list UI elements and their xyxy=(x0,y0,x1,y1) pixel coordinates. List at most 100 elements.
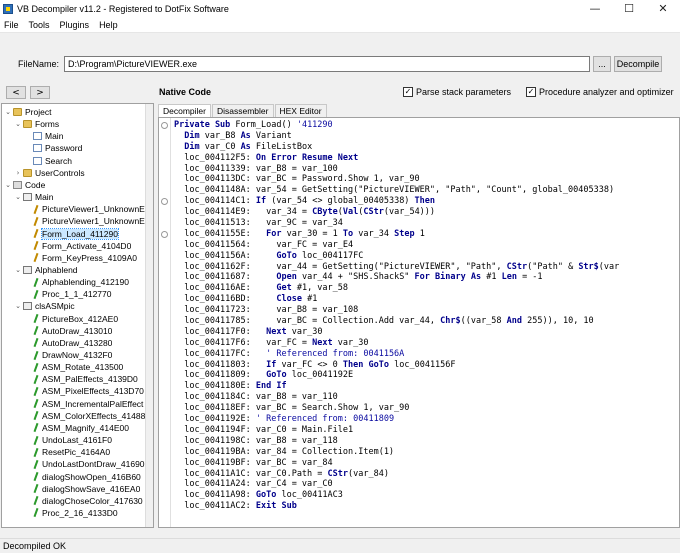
forward-button[interactable]: > xyxy=(30,86,50,99)
view-tabs: Decompiler Disassembler HEX Editor xyxy=(158,104,328,117)
tab-disassembler[interactable]: Disassembler xyxy=(212,104,274,117)
project-tree[interactable]: ⌄ Project ⌄ Forms Main Password Search › UserCon… xyxy=(1,103,154,528)
expand-toggle-icon[interactable]: ⌄ xyxy=(4,181,12,189)
tree-item[interactable]: DrawNow_4132F0 xyxy=(24,349,112,361)
code-line: loc_0041148A: var_54 = GetSetting("Pictu… xyxy=(174,185,615,196)
tree-item[interactable]: Form_Load_411290 xyxy=(24,227,119,240)
tree-item[interactable]: ⌄ Code xyxy=(4,179,45,191)
tree-item[interactable]: Alphablending_412190 xyxy=(24,276,129,288)
code-line: loc_004114E9: var_34 = CByte(Val(CStr(va… xyxy=(174,207,436,218)
tree-item[interactable]: dialogShowOpen_416B60 xyxy=(24,471,141,483)
menu-tools[interactable]: Tools xyxy=(24,20,55,30)
tree-item-label: ASM_ColorXEffects_41488 xyxy=(42,410,146,421)
expand-toggle-icon[interactable]: ⌄ xyxy=(4,108,12,116)
code-editor[interactable]: Private Sub Form_Load() '411290 Dim var_… xyxy=(158,117,680,528)
tree-item[interactable]: Form_Activate_4104D0 xyxy=(24,240,131,252)
code-line: Private Sub Form_Load() '411290 xyxy=(174,120,333,130)
checkbox-checked-icon: ✓ xyxy=(526,87,536,97)
tree-item[interactable]: dialogShowSave_416EA0 xyxy=(24,483,140,495)
filename-input[interactable] xyxy=(64,56,590,72)
tree-scrollbar[interactable] xyxy=(145,104,153,527)
tree-item-label: Form_Load_411290 xyxy=(41,227,119,240)
browse-button[interactable]: ... xyxy=(593,56,611,72)
expand-toggle-icon[interactable]: ⌄ xyxy=(14,193,22,201)
back-button[interactable]: < xyxy=(6,86,26,99)
code-line: loc_0041156A: GoTo loc_004117FC xyxy=(174,250,364,261)
tree-item-label: PictureViewer1_UnknownEv xyxy=(42,204,150,215)
tree-item[interactable]: Proc_2_16_4133D0 xyxy=(24,507,118,519)
procedure-analyzer-checkbox[interactable]: ✓ Procedure analyzer and optimizer xyxy=(526,87,674,97)
tree-item[interactable]: ASM_IncrementalPalEffect xyxy=(24,398,143,410)
form-icon xyxy=(33,132,42,141)
code-line: loc_004116AE: Get #1, var_58 xyxy=(174,283,349,294)
tree-item[interactable]: PictureBox_412AE0 xyxy=(24,313,118,325)
parse-stack-checkbox[interactable]: ✓ Parse stack parameters xyxy=(403,87,511,97)
expand-toggle-icon[interactable]: ⌄ xyxy=(14,120,22,128)
close-button[interactable]: ✕ xyxy=(646,0,680,17)
procedure-icon xyxy=(33,484,39,493)
fold-marker-icon[interactable] xyxy=(161,231,168,238)
tree-item[interactable]: AutoDraw_413280 xyxy=(24,337,112,349)
tree-item[interactable]: ASM_PixelEffects_413D70 xyxy=(24,385,144,397)
tree-item-label: UndoLast_4161F0 xyxy=(42,435,112,446)
tree-item[interactable]: ASM_ColorXEffects_41488 xyxy=(24,410,145,422)
tree-item[interactable]: Search xyxy=(24,155,72,167)
tree-item[interactable]: ASM_Magnify_414E00 xyxy=(24,422,129,434)
tree-item-label: ASM_Magnify_414E00 xyxy=(42,422,129,433)
menu-help[interactable]: Help xyxy=(94,20,123,30)
maximize-button[interactable]: ☐ xyxy=(612,0,646,17)
procedure-analyzer-label: Procedure analyzer and optimizer xyxy=(539,87,674,97)
tree-item[interactable]: › UserControls xyxy=(14,167,85,179)
tree-item[interactable]: Password xyxy=(24,142,82,154)
code-line: loc_00411564: var_FC = var_E4 xyxy=(174,239,354,250)
tree-item[interactable]: UndoLast_4161F0 xyxy=(24,434,112,446)
tree-item-label: dialogShowOpen_416B60 xyxy=(42,471,141,482)
procedure-icon xyxy=(33,314,39,323)
tree-item[interactable]: ⌄ Project xyxy=(4,106,51,118)
code-line: loc_00411AC2: Exit Sub xyxy=(174,501,297,512)
tree-item-label: PictureBox_412AE0 xyxy=(42,313,119,324)
expand-toggle-icon[interactable]: ⌄ xyxy=(14,266,22,274)
tree-item-label: AutoDraw_413280 xyxy=(42,337,113,348)
tree-item[interactable]: PictureViewer1_UnknownEv xyxy=(24,203,149,215)
procedure-icon xyxy=(33,375,39,384)
window-controls: — ☐ ✕ xyxy=(578,0,680,17)
menu-file[interactable]: File xyxy=(0,20,24,30)
code-line: loc_004117FC: ' Referenced from: 0041156… xyxy=(174,348,405,359)
minimize-button[interactable]: — xyxy=(578,0,612,17)
procedure-icon xyxy=(33,229,39,238)
fold-marker-icon[interactable] xyxy=(161,198,168,206)
tree-item-label: Password xyxy=(45,143,83,154)
tree-item[interactable]: dialogChoseColor_417630 xyxy=(24,495,143,507)
tree-item[interactable]: ⌄ clsASMpic xyxy=(14,300,75,312)
tree-item[interactable]: PictureViewer1_UnknownEv xyxy=(24,215,149,227)
tree-item[interactable]: ⌄ Forms xyxy=(14,118,59,130)
menu-bar: File Tools Plugins Help xyxy=(0,17,680,33)
decompile-button[interactable]: Decompile xyxy=(614,56,662,72)
tab-hex-editor[interactable]: HEX Editor xyxy=(274,104,327,117)
code-lines: Private Sub Form_Load() '411290 Dim var_… xyxy=(174,120,619,512)
tree-item[interactable]: ASM_PalEffects_4139D0 xyxy=(24,373,138,385)
tree-item[interactable]: ⌄ Main xyxy=(14,191,53,203)
tab-decompiler[interactable]: Decompiler xyxy=(158,104,211,117)
tree-item[interactable]: Main xyxy=(24,130,63,142)
expand-toggle-icon[interactable]: › xyxy=(14,169,22,177)
tree-item[interactable]: ResetPic_4164A0 xyxy=(24,446,110,458)
tree-item-label: ASM_IncrementalPalEffect xyxy=(42,398,144,409)
tree-item[interactable]: AutoDraw_413010 xyxy=(24,325,112,337)
checkbox-checked-icon: ✓ xyxy=(403,87,413,97)
menu-plugins[interactable]: Plugins xyxy=(55,20,95,30)
expand-toggle-icon[interactable]: ⌄ xyxy=(14,302,22,310)
tree-item[interactable]: ASM_Rotate_413500 xyxy=(24,361,123,373)
tree-item[interactable]: Proc_1_1_412770 xyxy=(24,288,111,300)
tree-item-label: ASM_PixelEffects_413D70 xyxy=(42,386,144,397)
tree-item[interactable]: UndoLastDontDraw_41690 xyxy=(24,458,145,470)
tree-item-label: Alphablend xyxy=(35,264,78,275)
tree-item[interactable]: ⌄ Alphablend xyxy=(14,264,78,276)
procedure-icon xyxy=(33,460,39,469)
procedure-icon xyxy=(33,363,39,372)
fold-marker-icon[interactable] xyxy=(161,122,168,129)
tree-item-label: Form_KeyPress_4109A0 xyxy=(42,252,137,263)
tree-item[interactable]: Form_KeyPress_4109A0 xyxy=(24,252,137,264)
tree-item-label: ASM_Rotate_413500 xyxy=(42,362,124,373)
